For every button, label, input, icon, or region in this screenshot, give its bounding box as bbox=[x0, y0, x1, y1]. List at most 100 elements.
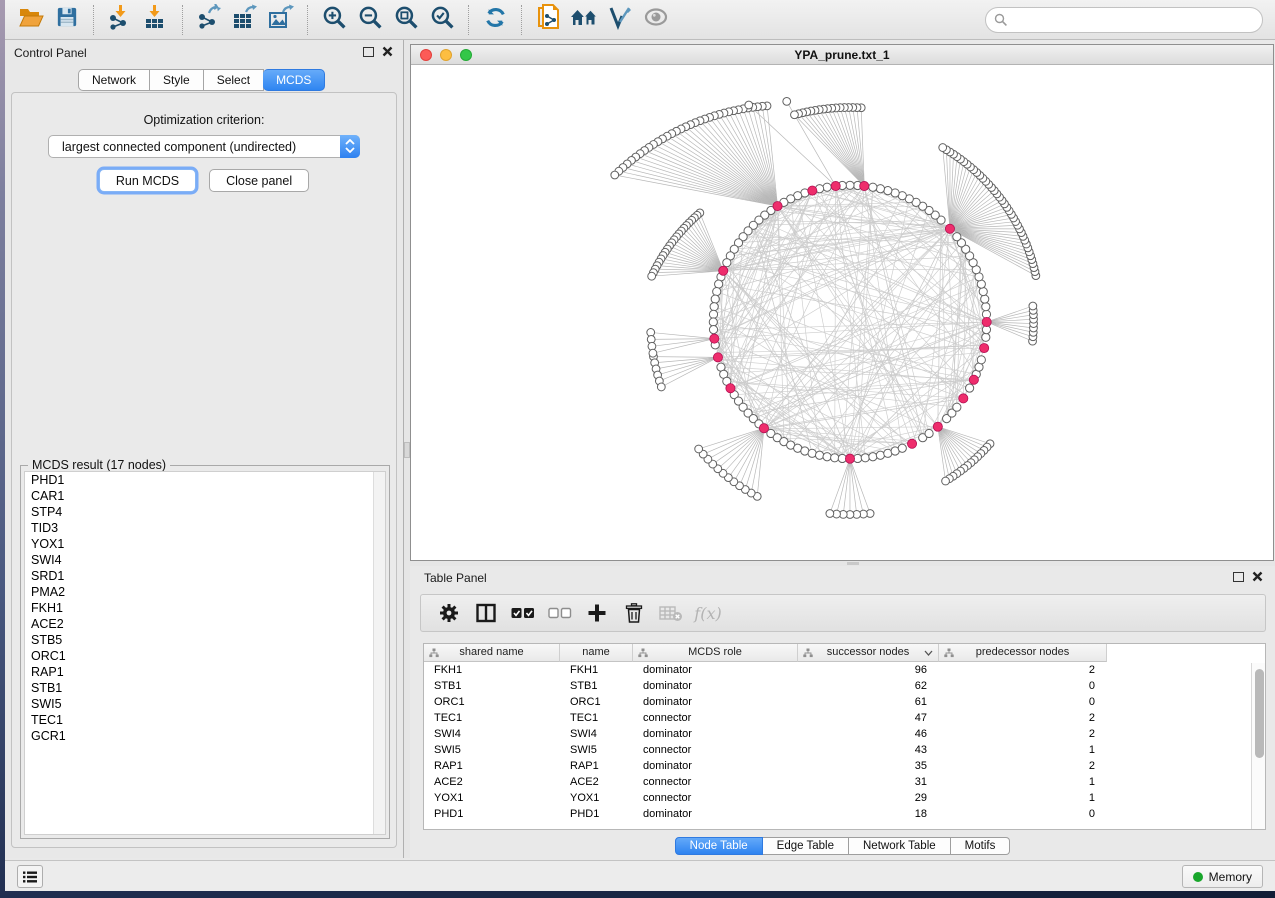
column-header-name[interactable]: name bbox=[560, 644, 633, 662]
mcds-result-item[interactable]: SRD1 bbox=[25, 568, 385, 584]
zoom-selected-button[interactable] bbox=[424, 4, 460, 36]
ring-node[interactable] bbox=[709, 326, 717, 334]
mcds-hub-node[interactable] bbox=[933, 422, 942, 431]
ring-node[interactable] bbox=[982, 303, 990, 311]
mcds-list-scrollbar[interactable] bbox=[373, 472, 385, 834]
mcds-hub-node[interactable] bbox=[831, 181, 840, 190]
export-image-button[interactable] bbox=[263, 4, 299, 36]
export-network-button[interactable] bbox=[191, 4, 227, 36]
mcds-result-item[interactable]: ACE2 bbox=[25, 616, 385, 632]
leaf-node[interactable] bbox=[1029, 302, 1037, 310]
mcds-hub-node[interactable] bbox=[726, 384, 735, 393]
mcds-hub-node[interactable] bbox=[907, 439, 916, 448]
mcds-result-item[interactable]: TEC1 bbox=[25, 712, 385, 728]
table-row[interactable]: ACE2ACE2connector311 bbox=[424, 774, 1265, 790]
mcds-result-item[interactable]: PMA2 bbox=[25, 584, 385, 600]
mcds-hub-node[interactable] bbox=[713, 353, 722, 362]
mcds-result-item[interactable]: STB5 bbox=[25, 632, 385, 648]
mcds-result-item[interactable]: ORC1 bbox=[25, 648, 385, 664]
export-table-button[interactable] bbox=[227, 4, 263, 36]
ring-node[interactable] bbox=[898, 444, 906, 452]
ring-node[interactable] bbox=[977, 356, 985, 364]
leaf-node[interactable] bbox=[939, 144, 947, 152]
ring-node[interactable] bbox=[979, 287, 987, 295]
network-titlebar[interactable]: YPA_prune.txt_1 bbox=[411, 45, 1273, 65]
run-mcds-button[interactable]: Run MCDS bbox=[99, 169, 196, 192]
network-canvas[interactable] bbox=[411, 65, 1273, 560]
scrollbar-thumb[interactable] bbox=[1255, 669, 1264, 758]
mcds-hub-node[interactable] bbox=[845, 454, 854, 463]
leaf-node[interactable] bbox=[783, 98, 791, 106]
leaf-node[interactable] bbox=[695, 445, 703, 453]
mcds-result-item[interactable]: SWI5 bbox=[25, 696, 385, 712]
leaf-node[interactable] bbox=[657, 383, 665, 391]
save-session-button[interactable] bbox=[49, 4, 85, 36]
table-row[interactable]: ORC1ORC1dominator610 bbox=[424, 694, 1265, 710]
ring-node[interactable] bbox=[808, 449, 816, 457]
add-row-button[interactable] bbox=[583, 599, 611, 627]
open-file-button[interactable] bbox=[13, 4, 49, 36]
table-scrollbar[interactable] bbox=[1251, 663, 1265, 829]
ring-node[interactable] bbox=[709, 310, 717, 318]
mcds-result-item[interactable]: GCR1 bbox=[25, 728, 385, 744]
tab-node-table[interactable]: Node Table bbox=[675, 837, 763, 855]
column-header-mcds-role[interactable]: MCDS role bbox=[633, 644, 798, 662]
table-row[interactable]: TEC1TEC1connector472 bbox=[424, 710, 1265, 726]
function-builder-button[interactable]: f(x) bbox=[694, 599, 722, 627]
mcds-hub-node[interactable] bbox=[959, 394, 968, 403]
mcds-hub-node[interactable] bbox=[945, 224, 954, 233]
select-all-button[interactable] bbox=[509, 599, 537, 627]
ring-node[interactable] bbox=[876, 451, 884, 459]
ring-node[interactable] bbox=[815, 451, 823, 459]
mcds-result-item[interactable]: STB1 bbox=[25, 680, 385, 696]
float-panel-icon[interactable] bbox=[363, 47, 374, 57]
close-panel-button[interactable]: Close panel bbox=[209, 169, 309, 192]
import-table-button[interactable] bbox=[138, 4, 174, 36]
mcds-hub-node[interactable] bbox=[719, 266, 728, 275]
ring-node[interactable] bbox=[982, 333, 990, 341]
column-header-successor-nodes[interactable]: successor nodes bbox=[798, 644, 939, 662]
column-header-shared-name[interactable]: shared name bbox=[424, 644, 560, 662]
splitter-handle[interactable] bbox=[847, 562, 859, 565]
leaf-node[interactable] bbox=[826, 510, 834, 518]
ring-node[interactable] bbox=[823, 183, 831, 191]
leaf-node[interactable] bbox=[611, 171, 619, 179]
share-document-button[interactable] bbox=[530, 4, 566, 36]
ring-node[interactable] bbox=[711, 295, 719, 303]
mcds-hub-node[interactable] bbox=[969, 375, 978, 384]
close-panel-icon[interactable] bbox=[1252, 571, 1263, 582]
zoom-fit-button[interactable] bbox=[388, 4, 424, 36]
ring-node[interactable] bbox=[861, 454, 869, 462]
leaf-node[interactable] bbox=[648, 272, 656, 280]
ring-node[interactable] bbox=[953, 403, 961, 411]
tab-network[interactable]: Network bbox=[78, 69, 150, 91]
optimization-select[interactable]: largest connected component (undirected) bbox=[48, 135, 360, 158]
ring-node[interactable] bbox=[723, 259, 731, 267]
leaf-node[interactable] bbox=[649, 349, 657, 357]
mcds-result-item[interactable]: TID3 bbox=[25, 520, 385, 536]
tab-select[interactable]: Select bbox=[204, 69, 264, 91]
ring-node[interactable] bbox=[713, 287, 721, 295]
tab-edge-table[interactable]: Edge Table bbox=[763, 837, 849, 855]
zoom-out-button[interactable] bbox=[352, 4, 388, 36]
mcds-hub-node[interactable] bbox=[860, 181, 869, 190]
ring-node[interactable] bbox=[715, 280, 723, 288]
refresh-layout-button[interactable] bbox=[477, 4, 513, 36]
table-settings-button[interactable] bbox=[435, 599, 463, 627]
leaf-node[interactable] bbox=[791, 111, 799, 119]
column-header-predecessor-nodes[interactable]: predecessor nodes bbox=[939, 644, 1107, 662]
ring-node[interactable] bbox=[925, 429, 933, 437]
task-history-button[interactable] bbox=[17, 865, 43, 888]
ring-node[interactable] bbox=[876, 185, 884, 193]
show-hide-button[interactable] bbox=[638, 4, 674, 36]
mcds-result-item[interactable]: CAR1 bbox=[25, 488, 385, 504]
mcds-result-item[interactable]: PHD1 bbox=[25, 472, 385, 488]
show-columns-button[interactable] bbox=[472, 599, 500, 627]
delete-row-button[interactable] bbox=[620, 599, 648, 627]
ring-node[interactable] bbox=[953, 233, 961, 241]
ring-node[interactable] bbox=[869, 183, 877, 191]
visual-style-button[interactable] bbox=[602, 4, 638, 36]
ring-node[interactable] bbox=[846, 181, 854, 189]
tab-motifs[interactable]: Motifs bbox=[951, 837, 1011, 855]
search-input[interactable] bbox=[985, 7, 1263, 33]
